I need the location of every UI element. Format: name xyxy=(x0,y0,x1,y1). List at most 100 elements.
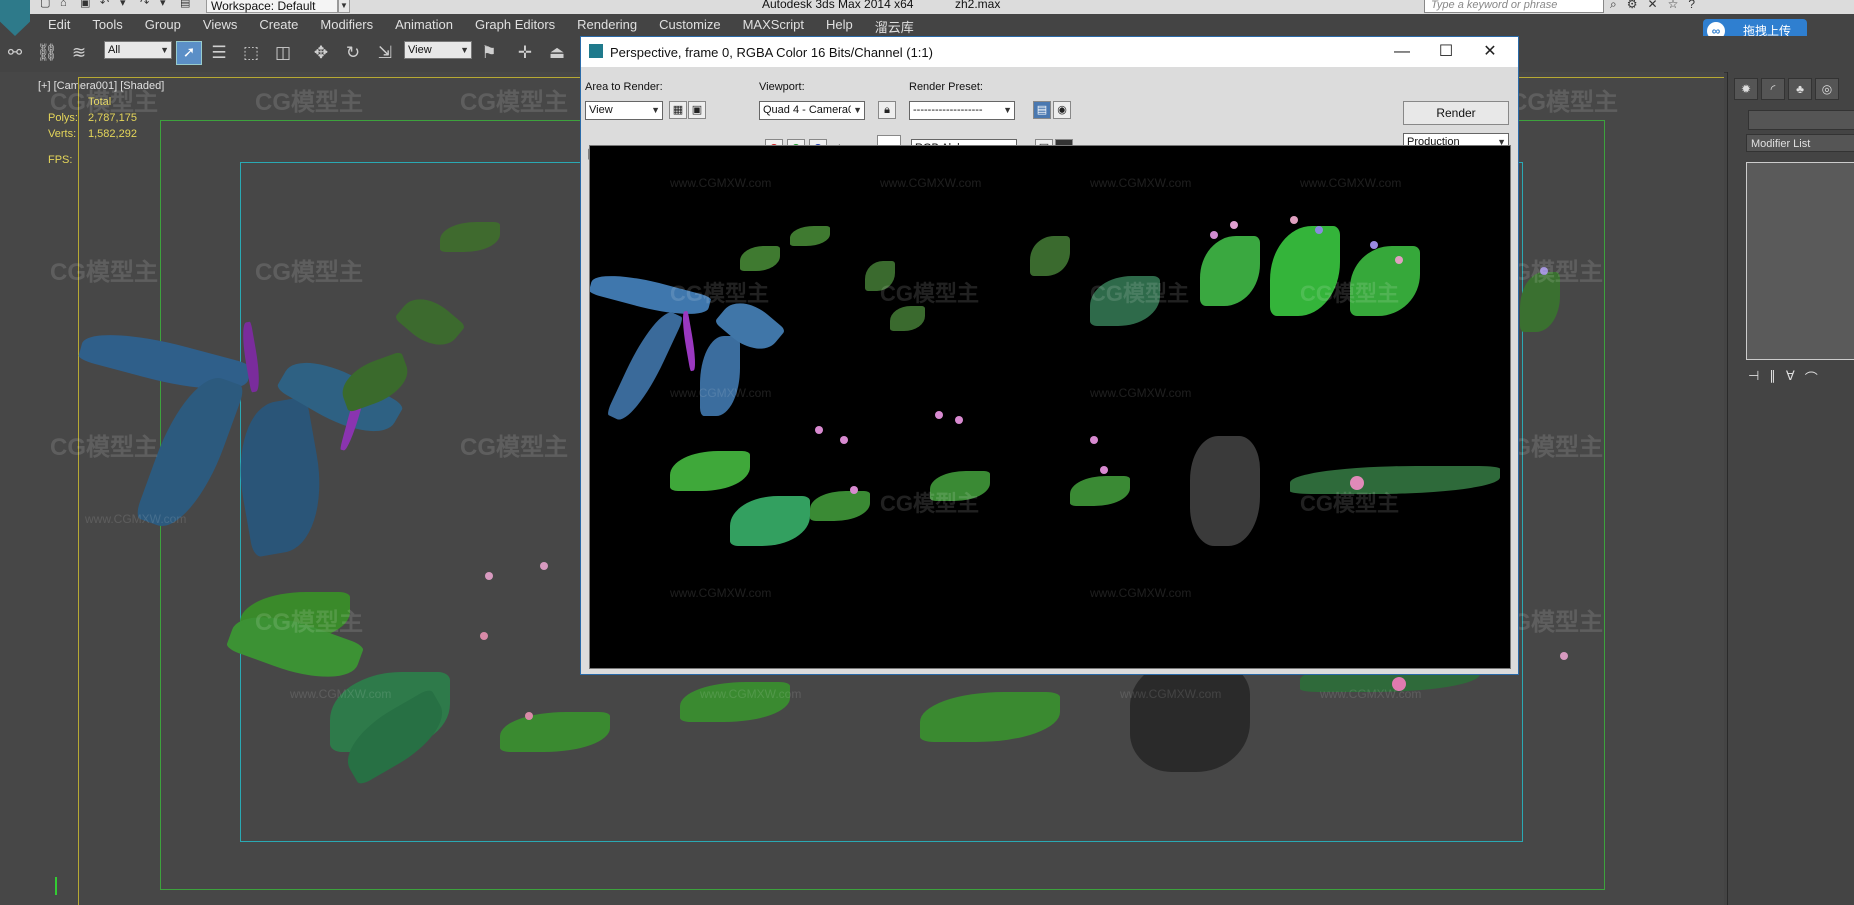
new-file-icon[interactable]: ▢ xyxy=(40,0,54,10)
favorites-icon[interactable]: ☆ xyxy=(1668,0,1679,12)
chevron-down-icon: ▼ xyxy=(851,102,862,119)
rendered-image: CG模型主 CG模型主 CG模型主 CG模型主 CG模型主 CG模型主 www.… xyxy=(589,145,1511,669)
redo-icon[interactable]: ↷ xyxy=(140,0,154,10)
link-icon[interactable]: ⚯ xyxy=(4,42,26,64)
communication-icon[interactable]: ✕ xyxy=(1648,0,1658,12)
command-panel: ✹ ◜ ♣ ◎ Modifier List ⊣ ∥ ∀ ⌒ xyxy=(1727,72,1854,905)
watermark-url: www.CGMXW.com xyxy=(670,586,772,600)
area-to-render-label: Area to Render: xyxy=(585,81,663,93)
pin-stack-icon[interactable]: ⊣ xyxy=(1748,368,1759,387)
menu-group[interactable]: Group xyxy=(145,17,181,36)
watermark-url: www.CGMXW.com xyxy=(1090,176,1192,190)
modifier-stack[interactable] xyxy=(1746,162,1854,360)
menu-tools[interactable]: Tools xyxy=(92,17,122,36)
infocenter-icons: ⌕ ⚙ ✕ ☆ ? xyxy=(1610,0,1695,12)
select-object-icon[interactable]: ➚ xyxy=(176,41,202,65)
environment-effects-icon[interactable]: ◉ xyxy=(1053,101,1071,119)
auto-region-icon[interactable]: ▣ xyxy=(688,101,706,119)
hierarchy-tab-icon[interactable]: ♣ xyxy=(1788,78,1812,100)
watermark-url: www.CGMXW.com xyxy=(670,176,772,190)
unlink-icon[interactable]: ⛓ xyxy=(36,42,58,64)
create-tab-icon[interactable]: ✹ xyxy=(1734,78,1758,100)
modify-tab-icon[interactable]: ◜ xyxy=(1761,78,1785,100)
select-and-scale-icon[interactable]: ⇲ xyxy=(374,42,396,64)
open-file-icon[interactable]: ⌂ xyxy=(60,0,74,10)
undo-icon[interactable]: ↶ xyxy=(100,0,114,10)
project-folder-icon[interactable]: ▤ xyxy=(180,0,194,10)
viewport-dropdown[interactable]: Quad 4 - Camera0 ▼ xyxy=(759,101,865,120)
chevron-down-icon[interactable]: ▼ xyxy=(338,0,350,13)
menu-bar: Edit Tools Group Views Create Modifiers … xyxy=(0,0,1854,36)
render-button[interactable]: Render xyxy=(1403,101,1509,125)
viewport-label: Viewport: xyxy=(759,81,805,93)
menu-maxscript[interactable]: MAXScript xyxy=(743,17,804,36)
pivot-center-icon[interactable]: ⚑ xyxy=(478,42,500,64)
watermark-url: www.CGMXW.com xyxy=(1090,586,1192,600)
object-name-field[interactable] xyxy=(1748,110,1854,130)
reference-coordinate-dropdown[interactable]: View ▼ xyxy=(404,41,472,59)
keyboard-shortcut-icon[interactable]: ⏏ xyxy=(546,42,568,64)
select-manipulate-icon[interactable]: ✛ xyxy=(514,42,536,64)
minimize-icon[interactable]: — xyxy=(1380,41,1424,63)
app-logo-icon[interactable] xyxy=(0,0,30,36)
menu-create[interactable]: Create xyxy=(259,17,298,36)
area-to-render-dropdown[interactable]: View ▼ xyxy=(585,101,663,120)
watermark-url: www.CGMXW.com xyxy=(880,176,982,190)
menu-animation[interactable]: Animation xyxy=(395,17,453,36)
maximize-icon[interactable]: ☐ xyxy=(1424,41,1468,63)
close-icon[interactable]: ✕ xyxy=(1468,41,1512,63)
render-window-title: Perspective, frame 0, RGBA Color 16 Bits… xyxy=(610,45,933,60)
menu-views[interactable]: Views xyxy=(203,17,237,36)
area-to-render-value: View xyxy=(589,104,613,116)
workspace-dropdown[interactable]: Workspace: Default xyxy=(206,0,338,13)
select-and-move-icon[interactable]: ✥ xyxy=(310,42,332,64)
render-preset-dropdown[interactable]: ------------------- ▼ xyxy=(909,101,1015,120)
title-bar: ▢ ⌂ ▣ ↶ ▾ ↷ ▾ ▤ Workspace: Default ▼ Aut… xyxy=(0,0,1854,14)
watermark: CG模型主 xyxy=(880,281,980,306)
show-end-result-icon[interactable]: ∥ xyxy=(1769,368,1776,387)
make-unique-icon[interactable]: ∀ xyxy=(1786,368,1795,387)
redo-dropdown-icon[interactable]: ▾ xyxy=(160,0,174,10)
file-name: zh2.max xyxy=(955,0,1001,11)
subscription-icon[interactable]: ⚙ xyxy=(1627,0,1638,12)
render-window-toolbar: Area to Render: View ▼ ▦ ▣ Viewport: Quad… xyxy=(581,67,1518,152)
menu-help[interactable]: Help xyxy=(826,17,853,36)
viewport-value: Quad 4 - Camera0 xyxy=(763,104,855,116)
motion-tab-icon[interactable]: ◎ xyxy=(1815,78,1839,100)
menu-customize[interactable]: Customize xyxy=(659,17,720,36)
app-logo-icon xyxy=(589,44,603,58)
watermark-url: www.CGMXW.com xyxy=(1300,176,1402,190)
selection-filter-dropdown[interactable]: All ▼ xyxy=(104,41,172,59)
rendered-frame-window[interactable]: Perspective, frame 0, RGBA Color 16 Bits… xyxy=(580,36,1519,675)
axis-tripod-icon xyxy=(55,877,57,895)
menu-cloud-library[interactable]: 溜云库 xyxy=(875,17,914,36)
select-and-rotate-icon[interactable]: ↻ xyxy=(342,42,364,64)
chevron-down-icon: ▼ xyxy=(160,45,169,55)
modifier-list-dropdown[interactable]: Modifier List xyxy=(1746,134,1854,152)
undo-dropdown-icon[interactable]: ▾ xyxy=(120,0,134,10)
quick-access-toolbar: ▢ ⌂ ▣ ↶ ▾ ↷ ▾ ▤ xyxy=(40,0,194,13)
rectangular-selection-icon[interactable]: ⬚ xyxy=(240,42,262,64)
window-crossing-icon[interactable]: ◫ xyxy=(272,42,294,64)
remove-modifier-icon[interactable]: ⌒ xyxy=(1805,368,1818,387)
render-preset-value: ------------------- xyxy=(913,104,983,116)
chevron-down-icon: ▼ xyxy=(649,102,660,119)
select-by-name-icon[interactable]: ☰ xyxy=(208,42,230,64)
bind-space-warp-icon[interactable]: ≋ xyxy=(68,42,90,64)
chevron-down-icon: ▼ xyxy=(460,45,469,55)
save-file-icon[interactable]: ▣ xyxy=(80,0,94,10)
help-icon[interactable]: ? xyxy=(1688,0,1695,12)
search-input[interactable]: Type a keyword or phrase xyxy=(1424,0,1604,13)
selection-filter-value: All xyxy=(108,44,121,56)
menu-rendering[interactable]: Rendering xyxy=(577,17,637,36)
menu-graph-editors[interactable]: Graph Editors xyxy=(475,17,555,36)
edit-region-icon[interactable]: ▦ xyxy=(669,101,687,119)
watermark-url: www.CGMXW.com xyxy=(1090,386,1192,400)
lock-viewport-icon[interactable]: 🔒︎ xyxy=(878,101,896,119)
search-icon[interactable]: ⌕ xyxy=(1610,0,1617,12)
render-window-titlebar[interactable]: Perspective, frame 0, RGBA Color 16 Bits… xyxy=(581,37,1518,67)
menu-modifiers[interactable]: Modifiers xyxy=(320,17,373,36)
menu-edit[interactable]: Edit xyxy=(48,17,70,36)
app-title: Autodesk 3ds Max 2014 x64 xyxy=(762,0,914,11)
render-setup-icon[interactable]: ▤ xyxy=(1033,101,1051,119)
